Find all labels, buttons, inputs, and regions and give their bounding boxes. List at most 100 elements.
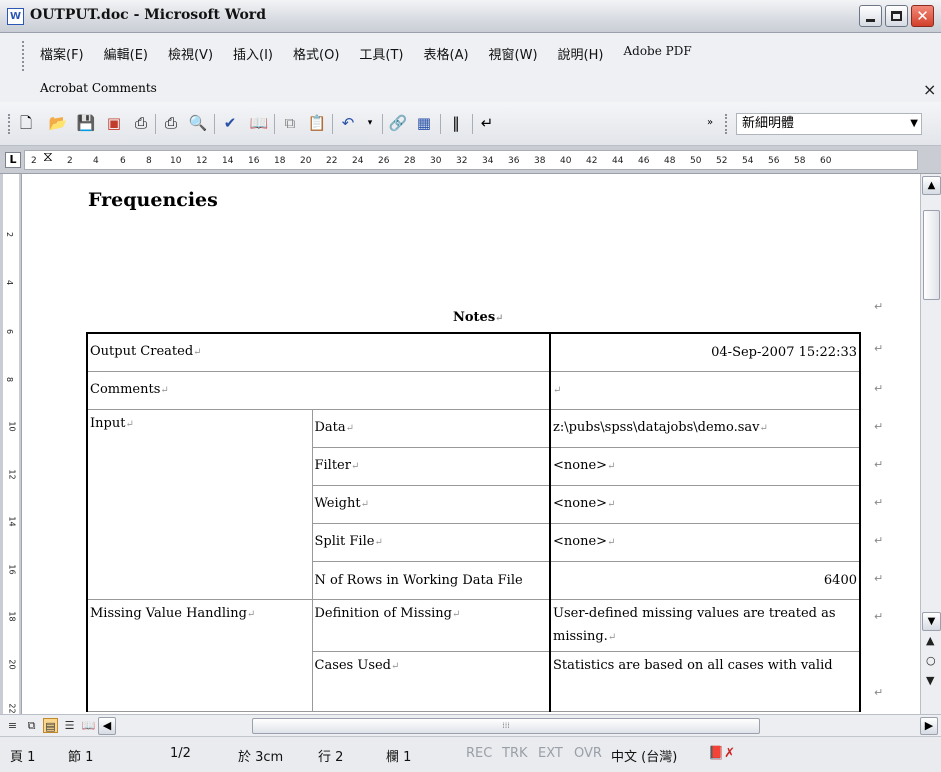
scroll-up-button[interactable]: ▲ [922,176,941,195]
normal-view-icon[interactable]: ≡ [5,718,20,733]
notes-table[interactable]: Output Created↵ 04-Sep-2007 15:22:33 Com… [86,332,861,712]
menu-insert[interactable]: 插入(I) [233,44,273,63]
table-cell[interactable]: ↵ [549,370,861,410]
title-bar: W OUTPUT.doc - Microsoft Word ✕ [0,0,941,33]
undo-dropdown-icon[interactable]: ▾ [360,113,380,133]
toolbar-grip[interactable] [8,114,10,134]
maximize-button[interactable] [885,5,908,27]
open-folder-icon[interactable]: 📂 [48,113,68,133]
outline-view-icon[interactable]: ☰ [62,718,77,733]
vruler-number: 20 [7,659,17,670]
minimize-button[interactable] [859,5,882,27]
status-language[interactable]: 中文 (台灣) [611,746,677,765]
table-cell[interactable]: 6400 [549,560,861,600]
copy-icon[interactable]: ⧉ [280,113,300,133]
indent-marker-icon[interactable]: ⧖ [43,149,53,165]
new-document-icon[interactable]: 🗋 [16,113,36,133]
menu-help[interactable]: 說明(H) [558,44,604,63]
menu-view[interactable]: 檢視(V) [168,44,213,63]
table-cell[interactable]: <none>↵ [549,484,861,524]
previous-page-icon[interactable]: ▲ [926,634,934,647]
menu-acrobat-comments[interactable]: Acrobat Comments [40,81,157,95]
table-cell[interactable]: Statistics are based on all cases with v… [549,650,861,712]
columns-icon[interactable]: ‖ [446,113,466,133]
table-cell[interactable]: Definition of Missing↵ [311,598,551,652]
status-ext[interactable]: EXT [538,746,563,761]
next-page-icon[interactable]: ▼ [926,674,934,687]
scroll-left-button[interactable]: ◀ [98,717,116,735]
ruler-number: 48 [664,156,676,166]
menu-grip[interactable] [22,41,24,71]
menu-table[interactable]: 表格(A) [424,44,469,63]
word-app-icon[interactable]: W [7,8,24,25]
table-cell[interactable]: Comments↵ [86,370,551,410]
select-browse-object-icon[interactable]: ○ [926,654,936,667]
table-cell[interactable]: Data↵ [311,408,551,448]
table-cell[interactable]: <none>↵ [549,522,861,562]
undo-icon[interactable]: ↶ [338,113,358,133]
notes-caption: Notes↵ [453,310,504,325]
paragraph-mark-icon: ↵ [874,572,884,585]
font-name-select[interactable]: 新細明體 ▼ [736,113,922,135]
document-page[interactable]: Frequencies Notes↵ ↵ Output Created↵ 04-… [22,174,920,714]
table-cell[interactable]: Missing Value Handling↵ [86,598,313,712]
print-to-pdf-icon[interactable]: ⎙ [131,113,151,133]
print-preview-icon[interactable]: 🔍 [188,113,208,133]
table-cell[interactable]: Output Created↵ [86,332,551,372]
horizontal-scroll-thumb[interactable]: ⁞⁞⁞ [252,718,760,734]
ruler-strip[interactable]: 2 ⧖ 2 4 6 8 10 12 14 16 18 20 22 24 26 2… [24,149,918,170]
ruler-number: 12 [196,156,208,166]
status-page: 頁 1 [10,750,36,765]
status-rec[interactable]: REC [466,746,492,761]
view-and-scroll-bar: ≡ ⧉ ▤ ☰ 📖 ◀ ⁞⁞⁞ ▶ [0,714,941,736]
hyperlink-icon[interactable]: 🔗 [388,113,408,133]
toolbar-options-icon[interactable]: » [700,113,720,133]
menu-tools[interactable]: 工具(T) [359,44,403,63]
table-cell[interactable]: N of Rows in Working Data File [311,560,551,600]
paste-icon[interactable]: 📋 [307,113,327,133]
scroll-right-button[interactable]: ▶ [920,717,938,735]
toolbar-separator [274,114,275,134]
research-icon[interactable]: 📖 [249,113,269,133]
vertical-scrollbar[interactable]: ▲ ▼ ▲ ○ ▼ [920,174,941,714]
close-button[interactable]: ✕ [911,5,934,27]
menu-adobe-pdf[interactable]: Adobe PDF [623,44,691,63]
insert-table-icon[interactable]: ▦ [414,113,434,133]
table-cell[interactable]: Weight↵ [311,484,551,524]
table-cell[interactable]: 04-Sep-2007 15:22:33 [549,332,861,372]
formatting-toolbar-grip[interactable] [725,114,727,134]
show-hide-icon[interactable]: ↵ [477,113,497,133]
permission-icon[interactable]: ▣ [104,113,124,133]
spelling-status-icon[interactable]: 📕✗ [708,746,735,761]
table-row: Output Created↵ 04-Sep-2007 15:22:33 [86,332,861,372]
status-ovr[interactable]: OVR [574,746,602,761]
print-layout-view-icon[interactable]: ▤ [43,718,58,733]
save-icon[interactable]: 💾 [76,113,96,133]
spelling-icon[interactable]: ✔ [220,113,240,133]
status-trk[interactable]: TRK [502,746,528,761]
table-cell[interactable]: Cases Used↵ [311,650,551,712]
menu-file[interactable]: 檔案(F) [40,44,84,63]
menu-window[interactable]: 視窗(W) [489,44,538,63]
vruler-number: 22 [7,703,17,714]
table-cell[interactable]: z:\pubs\spss\datajobs\demo.sav↵ [549,408,861,448]
vertical-ruler-strip[interactable]: 2 4 6 8 10 12 14 16 18 20 22 [3,174,19,714]
table-cell[interactable]: Filter↵ [311,446,551,486]
document-close-icon[interactable]: × [923,80,936,99]
menu-format[interactable]: 格式(O) [293,44,339,63]
toolbar-separator [472,114,473,134]
chevron-down-icon[interactable]: ▼ [910,114,918,134]
reading-layout-view-icon[interactable]: 📖 [81,718,96,733]
table-cell[interactable]: <none>↵ [549,446,861,486]
tab-selector-button[interactable]: L [5,152,21,168]
scroll-down-button[interactable]: ▼ [922,612,941,631]
vertical-scroll-thumb[interactable] [923,210,940,300]
web-layout-view-icon[interactable]: ⧉ [24,718,39,733]
ruler-number: 34 [482,156,494,166]
table-cell[interactable]: User-defined missing values are treated … [549,598,861,652]
print-icon[interactable]: ⎙ [161,113,181,133]
table-cell[interactable]: Input↵ [86,408,313,600]
table-cell[interactable]: Split File↵ [311,522,551,562]
toolbar-separator [155,114,156,134]
menu-edit[interactable]: 編輯(E) [104,44,148,63]
